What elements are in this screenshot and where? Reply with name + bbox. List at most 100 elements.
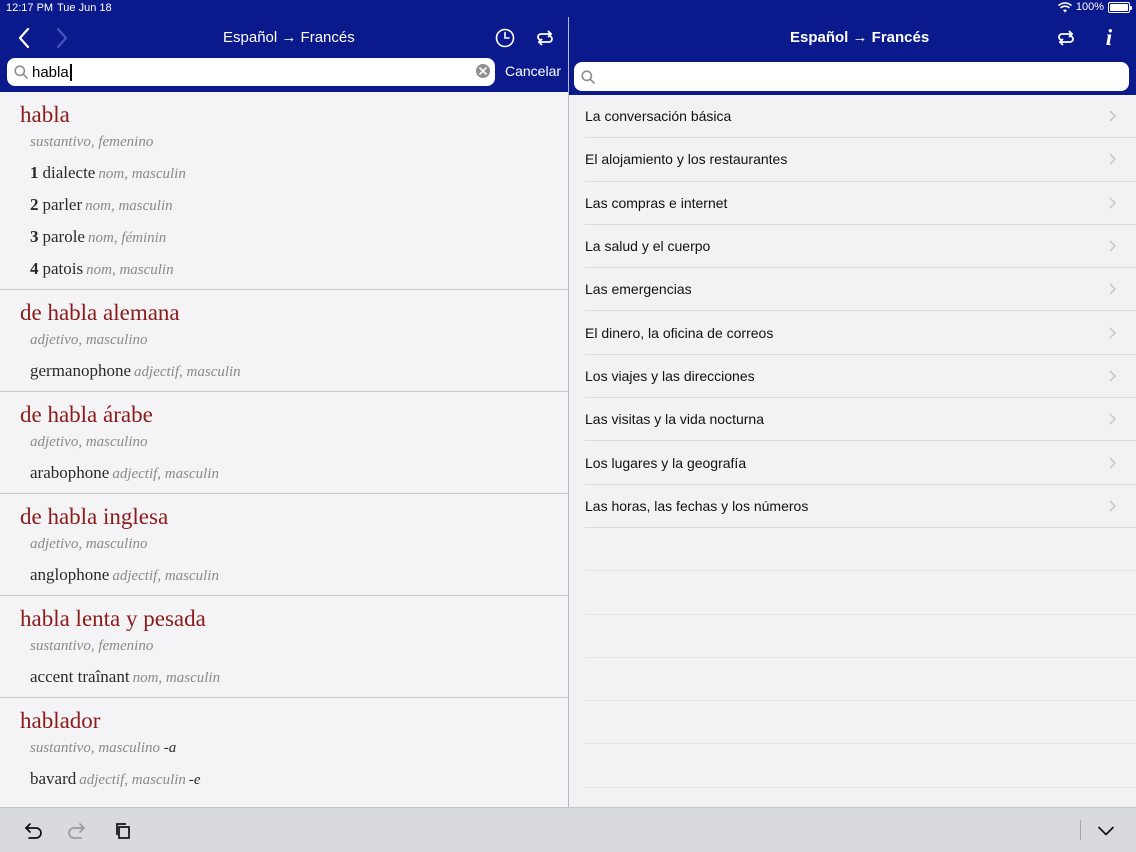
chevron-right-icon <box>1109 197 1116 209</box>
entry-de-habla-inglesa[interactable]: de habla inglesa adjetivo, masculino ang… <box>0 494 568 596</box>
empty-row <box>585 744 1136 788</box>
grammar-label: adjectif, masculin <box>134 364 241 380</box>
topic-row[interactable]: Las compras e internet <box>585 182 1136 225</box>
topic-row[interactable]: El dinero, la oficina de correos <box>585 311 1136 355</box>
empty-row <box>585 571 1136 615</box>
sense-item[interactable]: 2 parler nom, masculin <box>30 195 568 215</box>
chevron-left-icon <box>18 28 30 48</box>
headword: habla <box>20 102 70 127</box>
left-title: Español → Francés <box>223 29 355 46</box>
left-nav-bar: Español → Francés habla Cancelar <box>0 17 568 92</box>
topic-label: Las horas, las fechas y los números <box>585 497 809 514</box>
chevron-right-icon <box>1109 283 1116 295</box>
info-button[interactable]: i <box>1099 25 1119 50</box>
sense-item[interactable]: 1 dialecte nom, masculin <box>30 163 568 183</box>
entry-de-habla-arabe[interactable]: de habla árabe adjetivo, masculino arabo… <box>0 392 568 494</box>
sense-item[interactable]: 4 patois nom, masculin <box>30 259 568 279</box>
search-input-value: habla <box>32 63 69 81</box>
topic-label: El dinero, la oficina de correos <box>585 324 774 341</box>
swap-icon <box>1058 30 1074 46</box>
back-button[interactable] <box>14 26 34 50</box>
topic-label: Las emergencias <box>585 281 692 298</box>
search-icon <box>581 69 595 84</box>
topic-row[interactable]: Las emergencias <box>585 268 1136 312</box>
topic-row[interactable]: Los lugares y la geografía <box>585 441 1136 485</box>
part-of-speech: adjetivo, masculino <box>30 434 148 450</box>
sense-number: 2 <box>30 195 39 214</box>
grammar-label: nom, masculin <box>85 198 173 214</box>
grammar-label: nom, masculin <box>98 166 186 182</box>
topic-row[interactable]: El alojamiento y los restaurantes <box>585 138 1136 182</box>
bottom-toolbar <box>0 807 1136 852</box>
grammar-label: adjectif, masculin <box>112 466 219 482</box>
results-list[interactable]: habla sustantivo, femenino 1 dialecte nom,… <box>0 92 568 807</box>
entry-de-habla-alemana[interactable]: de habla alemana adjetivo, masculino ger… <box>0 290 568 392</box>
close-icon <box>479 67 487 75</box>
clear-search-button[interactable] <box>476 64 490 78</box>
sense-item[interactable]: accent traînant nom, masculin <box>30 667 568 687</box>
search-input[interactable]: habla <box>7 58 495 86</box>
headword: habla lenta y pesada <box>20 606 206 631</box>
topic-label: Las visitas y la vida nocturna <box>585 411 764 428</box>
translation: dialecte <box>42 163 96 182</box>
status-bar: 12:17 PM Tue Jun 18 100% <box>0 0 1136 17</box>
topic-row[interactable]: Los viajes y las direcciones <box>585 355 1136 399</box>
grammar-label: nom, féminin <box>87 230 167 246</box>
swap-icon <box>537 30 553 46</box>
sense-item[interactable]: 3 parole nom, féminin <box>30 227 568 247</box>
chevron-down-icon <box>1098 826 1114 836</box>
topic-row[interactable]: La conversación básica <box>585 95 1136 139</box>
right-nav-bar: Español → Francés i <box>569 17 1136 95</box>
entry-hablador[interactable]: hablador sustantivo, masculino -a bavard… <box>0 698 568 799</box>
chevron-right-icon <box>1109 456 1116 469</box>
chevron-right-icon <box>1109 327 1116 339</box>
headword: de habla árabe <box>20 402 153 427</box>
part-of-speech: adjetivo, masculino <box>30 536 148 552</box>
topic-search-input[interactable] <box>574 62 1129 91</box>
copy-button[interactable] <box>112 820 134 842</box>
redo-button[interactable] <box>66 820 88 842</box>
translation: parler <box>42 195 83 214</box>
entry-habla[interactable]: habla sustantivo, femenino 1 dialecte nom,… <box>0 92 568 290</box>
chevron-right-icon <box>1109 240 1116 252</box>
wifi-icon <box>1057 1 1072 12</box>
toolbar-separator <box>1080 820 1081 840</box>
cancel-button[interactable]: Cancelar <box>505 63 561 79</box>
sense-item[interactable]: germanophone adjectif, masculin <box>30 361 568 381</box>
topic-row[interactable]: La salud y el cuerpo <box>585 225 1136 269</box>
battery-icon <box>1108 1 1132 13</box>
swap-languages-button[interactable] <box>534 27 556 49</box>
topic-row[interactable]: Las horas, las fechas y los números <box>585 485 1136 528</box>
undo-icon <box>25 823 42 839</box>
feminine-suffix: -e <box>188 772 201 788</box>
grammar-label: adjectif, masculin <box>79 772 186 788</box>
chevron-right-icon <box>1109 413 1116 425</box>
history-button[interactable] <box>494 27 516 49</box>
empty-row <box>585 615 1136 658</box>
sense-item[interactable]: bavard adjectif, masculin -e <box>30 769 568 789</box>
phrasebook-topics: La conversación básica El alojamiento y … <box>569 95 1136 807</box>
sense-item[interactable]: arabophone adjectif, masculin <box>30 463 568 483</box>
headword: de habla alemana <box>20 300 180 325</box>
feminine-suffix: -a <box>163 740 177 756</box>
chevron-right-icon <box>1109 370 1116 382</box>
entry-habla-lenta-y-pesada[interactable]: habla lenta y pesada sustantivo, femenin… <box>0 596 568 698</box>
grammar-label: nom, masculin <box>86 262 174 278</box>
chevron-right-icon <box>1109 500 1116 512</box>
undo-button[interactable] <box>22 820 44 842</box>
grammar-label: adjectif, masculin <box>112 568 219 584</box>
topic-label: Los viajes y las direcciones <box>585 367 755 384</box>
sense-item[interactable]: anglophone adjectif, masculin <box>30 565 568 585</box>
topic-label: Los lugares y la geografía <box>585 454 747 471</box>
forward-button[interactable] <box>52 26 72 50</box>
collapse-keyboard-button[interactable] <box>1095 820 1117 842</box>
chevron-right-icon <box>1109 110 1116 122</box>
swap-languages-button-right[interactable] <box>1055 27 1077 49</box>
status-date: Tue Jun 18 <box>57 2 112 14</box>
translation: parole <box>42 227 85 246</box>
sense-number: 3 <box>30 227 39 246</box>
status-indicators: 100% <box>1057 1 1132 13</box>
translation: anglophone <box>30 565 110 584</box>
topic-row[interactable]: Las visitas y la vida nocturna <box>585 398 1136 442</box>
translation: patois <box>42 259 84 278</box>
